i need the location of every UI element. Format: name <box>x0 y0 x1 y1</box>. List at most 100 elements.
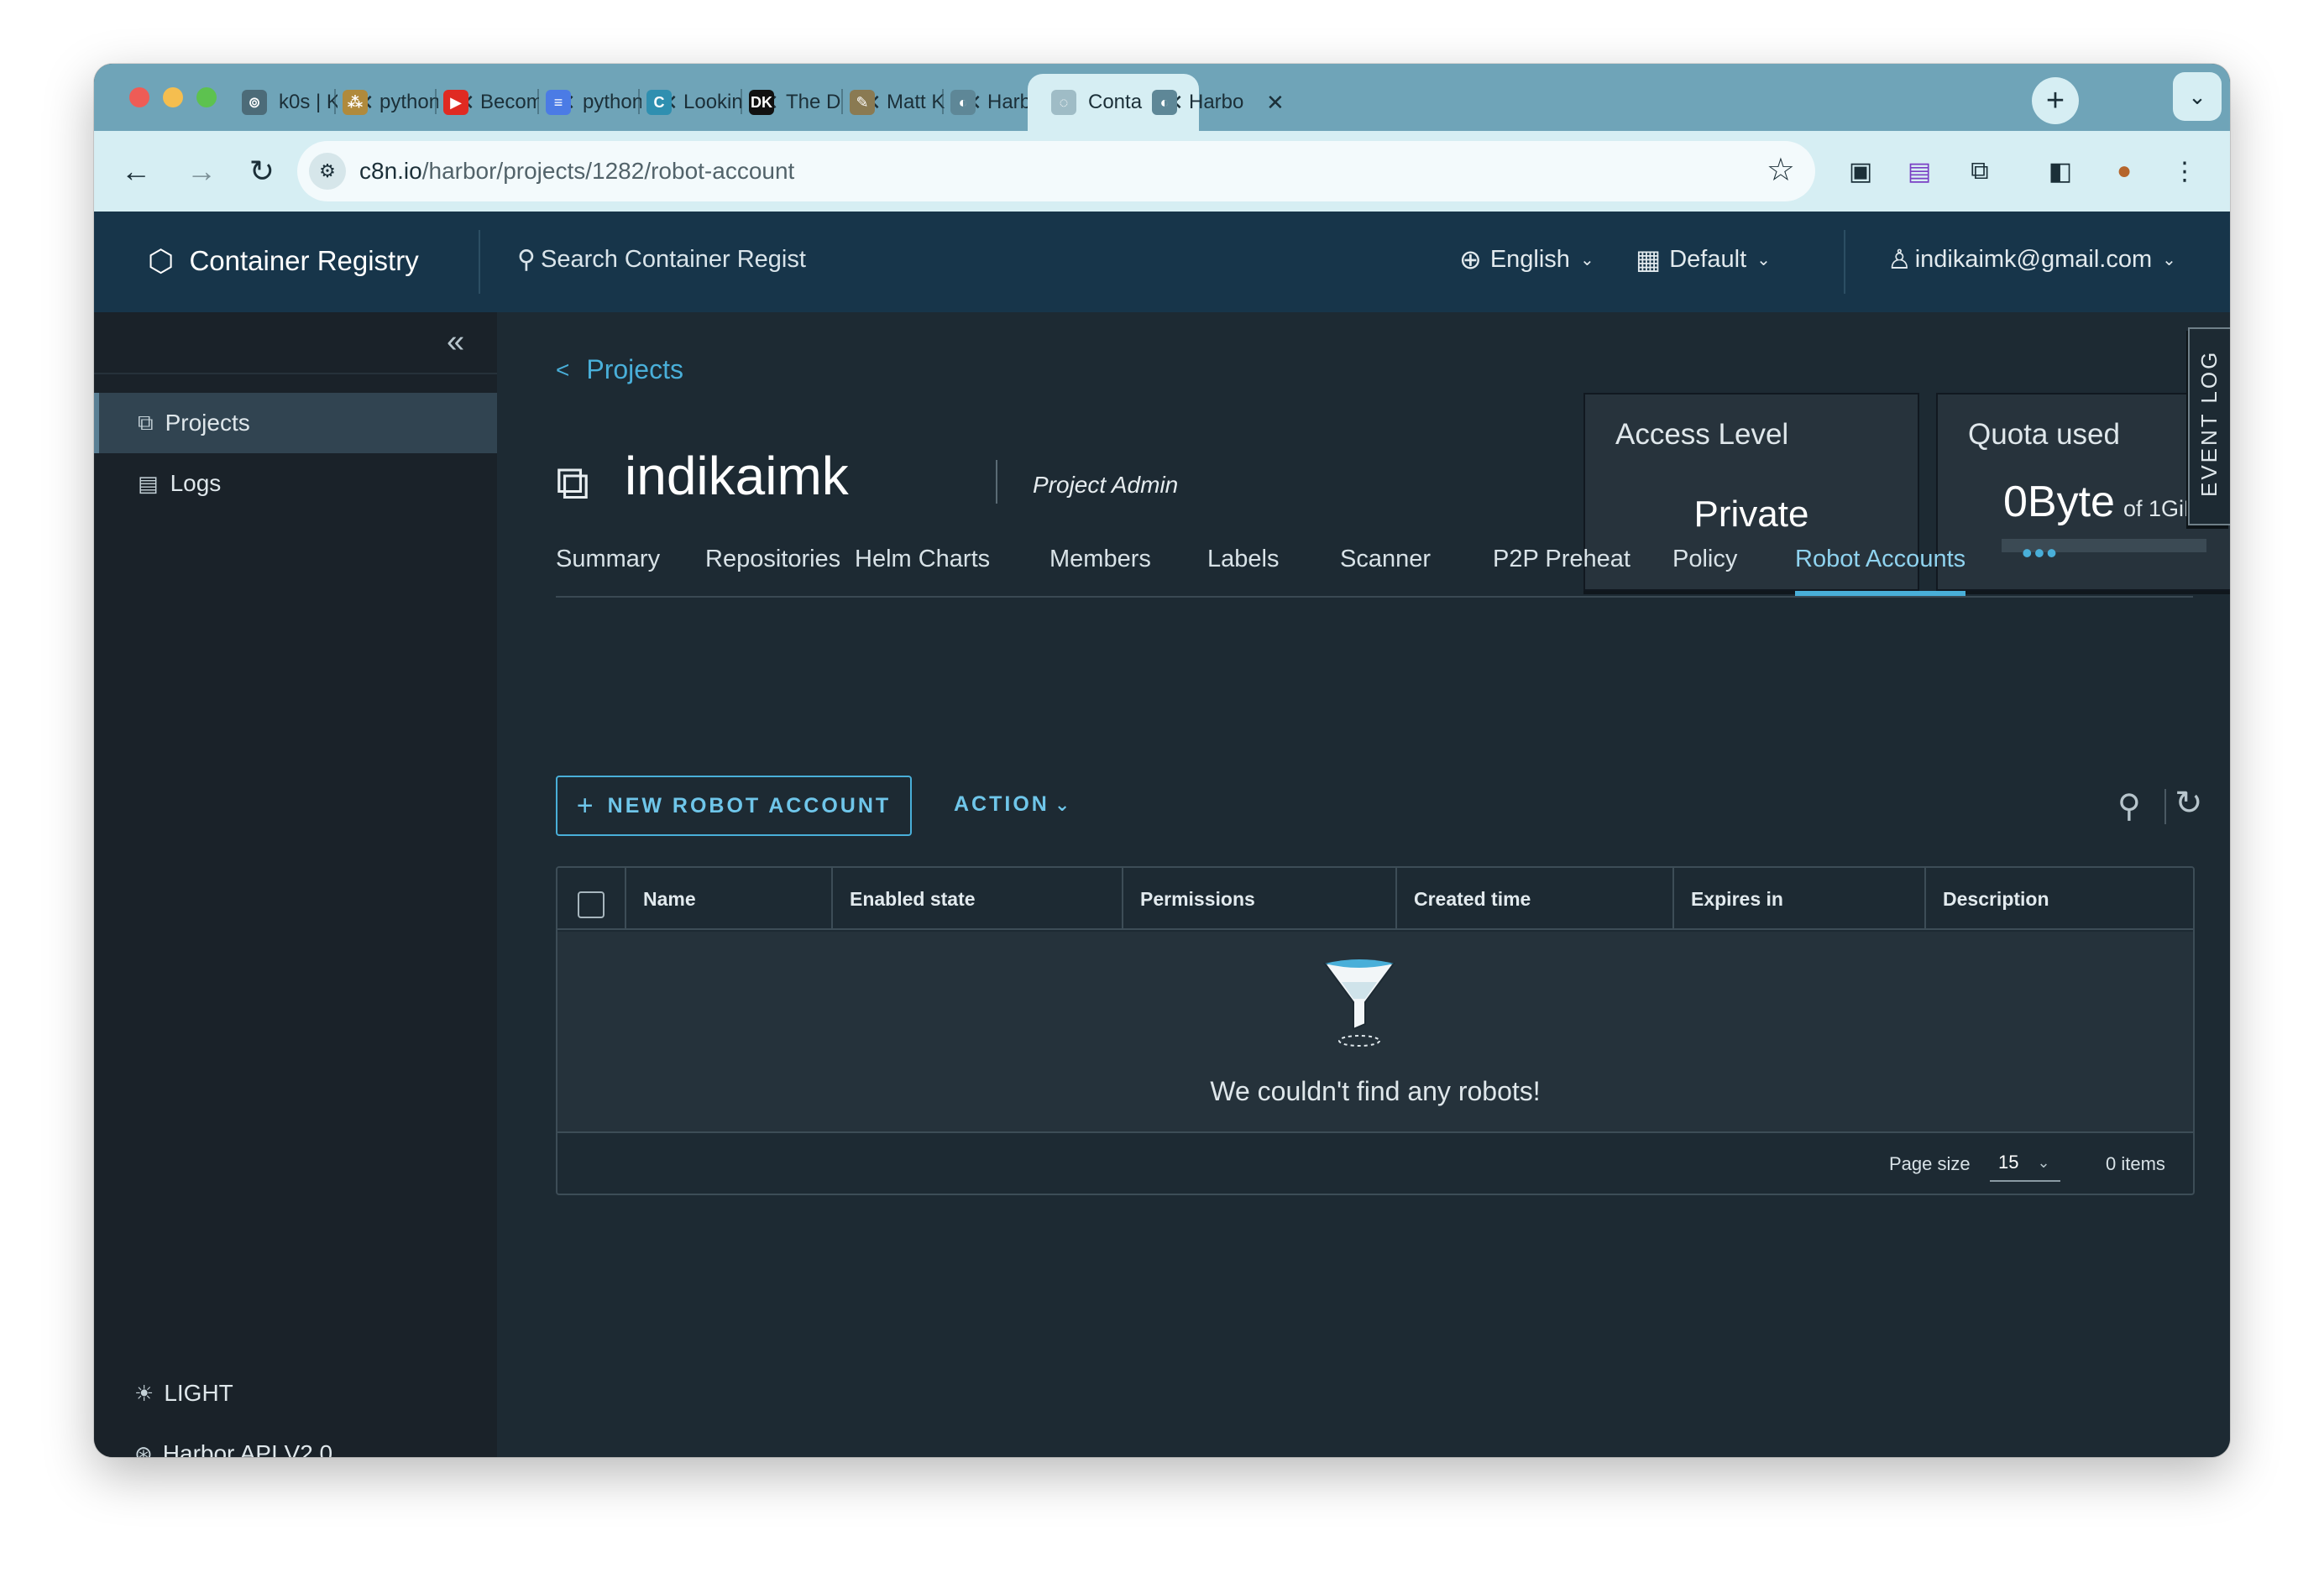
minimize-window-button[interactable] <box>163 87 183 107</box>
tab-title: Harbo <box>1189 91 1244 113</box>
browser-menu-icon[interactable]: ⋮ <box>2164 151 2205 191</box>
user-email: indikaimk@gmail.com <box>1914 245 2153 273</box>
reload-icon[interactable]: ↻ <box>238 148 285 195</box>
app-header: ⬡ Container Registry ⚲ Search Container … <box>94 212 2230 312</box>
extension-icon[interactable]: ▣ <box>1840 151 1881 191</box>
tab-title: python <box>379 91 438 113</box>
tab-helm-charts[interactable]: Helm Charts <box>855 546 990 596</box>
select-all-checkbox[interactable] <box>578 891 605 918</box>
chevron-down-icon: ⌄ <box>2037 1153 2050 1171</box>
tab-title: Conta <box>1088 91 1143 113</box>
sidebar-item-projects[interactable]: ⧉ Projects <box>94 393 497 453</box>
browser-tab[interactable]: ◐ Harbo ✕ <box>1152 74 1285 131</box>
quota-used: 0Byte <box>2003 478 2115 526</box>
url-text[interactable]: c8n.io/harbor/projects/1282/robot-accoun… <box>359 158 794 185</box>
breadcrumb-projects[interactable]: < Projects <box>556 354 683 385</box>
event-log-toggle[interactable]: EVENT LOG <box>2188 327 2230 525</box>
empty-message: We couldn't find any robots! <box>1210 1076 1541 1106</box>
calendar-icon: ▦ <box>1636 244 1662 274</box>
page-size-label: Page size <box>1889 1153 1971 1174</box>
side-panel-icon[interactable]: ◧ <box>2040 151 2081 191</box>
column-header-description[interactable]: Description <box>1924 868 2049 930</box>
url-path: /harbor/projects/1282/robot-account <box>421 158 795 184</box>
language-dropdown[interactable]: ⊕ English ⌄ <box>1459 243 1594 275</box>
python-icon: ⁂ <box>343 90 368 115</box>
new-robot-account-button[interactable]: + NEW ROBOT ACCOUNT <box>556 776 912 836</box>
column-header-created-time[interactable]: Created time <box>1395 868 1531 930</box>
sidebar-item-label: Logs <box>170 470 222 496</box>
tab-summary[interactable]: Summary <box>556 546 660 596</box>
search-icon: ⚲ <box>517 246 536 274</box>
tab-strip: ⊚k0s | K✕⁂python✕▶Becom✕≡python✕CLookin✕… <box>94 64 2230 131</box>
tab-p2p-preheat[interactable]: P2P Preheat <box>1493 546 1630 596</box>
column-header-name[interactable]: Name <box>625 868 696 930</box>
close-icon[interactable]: ✕ <box>1266 90 1285 116</box>
user-menu[interactable]: ♙ indikaimk@gmail.com ⌄ <box>1887 243 2176 275</box>
tab-members[interactable]: Members <box>1049 546 1151 596</box>
theme-dropdown[interactable]: ▦ Default ⌄ <box>1636 243 1771 275</box>
tab-separator <box>638 89 640 114</box>
back-arrow-icon[interactable]: ← <box>113 148 160 195</box>
event-log-label: EVENT LOG <box>2196 349 2222 497</box>
more-tabs-button[interactable]: ••• <box>2022 536 2059 586</box>
onenote-icon[interactable]: ▤ <box>1899 151 1939 191</box>
profile-avatar-icon[interactable]: ● <box>2104 151 2144 191</box>
brand-title: Container Registry <box>189 245 419 276</box>
projects-icon: ⧉ <box>138 410 154 435</box>
tab-title: python <box>583 91 641 113</box>
browser-window: ⊚k0s | K✕⁂python✕▶Becom✕≡python✕CLookin✕… <box>94 64 2230 1457</box>
close-window-button[interactable] <box>129 87 149 107</box>
new-tab-button[interactable]: + <box>2032 77 2079 124</box>
table-header: Name Enabled state Permissions Created time… <box>557 868 2193 930</box>
bookmark-star-icon[interactable]: ☆ <box>1767 151 1795 189</box>
light-theme-label: LIGHT <box>164 1380 233 1406</box>
search-icon[interactable]: ⚲ <box>2117 787 2141 825</box>
column-header-expires-in[interactable]: Expires in <box>1672 868 1783 930</box>
refresh-icon[interactable]: ↻ <box>2175 784 2203 823</box>
tab-separator <box>841 89 843 114</box>
sidebar-item-logs[interactable]: ▤ Logs <box>94 453 497 514</box>
action-dropdown[interactable]: ACTION ⌄ <box>954 792 1072 817</box>
globe-icon: ⊕ <box>1459 244 1482 274</box>
dk-icon: DK <box>749 90 774 115</box>
maximize-window-button[interactable] <box>196 87 217 107</box>
pen-icon: ✎ <box>850 90 875 115</box>
tab-search-button[interactable]: ⌄ <box>2173 72 2222 121</box>
tab-scanner[interactable]: Scanner <box>1340 546 1431 596</box>
chevron-left-icon: < <box>556 356 570 383</box>
tab-separator <box>741 89 742 114</box>
forward-arrow-icon[interactable]: → <box>178 148 225 195</box>
k0s-icon: ⊚ <box>242 90 267 115</box>
chevron-down-icon: ⌄ <box>1054 793 1073 815</box>
global-search-placeholder: Search Container Regist <box>540 246 806 273</box>
plus-icon: + <box>576 789 596 822</box>
column-header-enabled-state[interactable]: Enabled state <box>831 868 976 930</box>
tab-repositories[interactable]: Repositories <box>705 546 840 596</box>
item-count: 0 items <box>2106 1153 2165 1174</box>
global-search[interactable]: ⚲ Search Container Regist <box>517 245 806 274</box>
tab-title: k0s | K <box>279 91 338 113</box>
title-divider <box>996 460 997 504</box>
light-theme-toggle[interactable]: ☀ LIGHT <box>134 1380 233 1407</box>
c-icon: C <box>646 90 672 115</box>
quota-value: 0Byte of 1GiB <box>2003 477 2199 527</box>
tab-labels[interactable]: Labels <box>1207 546 1279 596</box>
page-size-select[interactable]: 15 ⌄ <box>1990 1145 2060 1182</box>
address-bar[interactable]: ⚙ c8n.io/harbor/projects/1282/robot-acco… <box>297 141 1815 201</box>
brand[interactable]: ⬡ Container Registry <box>148 243 419 279</box>
tab-robot-accounts[interactable]: Robot Accounts <box>1795 546 1966 596</box>
tab-title: Lookin <box>683 91 742 113</box>
harbor-api-link[interactable]: ⊛ Harbor API V2.0 <box>134 1440 332 1457</box>
column-header-permissions[interactable]: Permissions <box>1122 868 1255 930</box>
quota-title: Quota used <box>1968 418 2120 451</box>
puzzle-icon[interactable]: ⧉ <box>1960 151 2000 191</box>
tab-policy[interactable]: Policy <box>1672 546 1737 596</box>
cube-logo-icon: ⬡ <box>148 243 175 278</box>
collapse-sidebar-icon[interactable]: « <box>447 324 464 360</box>
url-host: c8n.io <box>359 158 422 184</box>
project-role: Project Admin <box>1033 472 1179 498</box>
api-icon: ⊛ <box>134 1440 153 1458</box>
toolbar-divider <box>2164 789 2166 824</box>
site-settings-icon[interactable]: ⚙ <box>309 153 346 190</box>
sidebar-divider <box>94 373 497 374</box>
